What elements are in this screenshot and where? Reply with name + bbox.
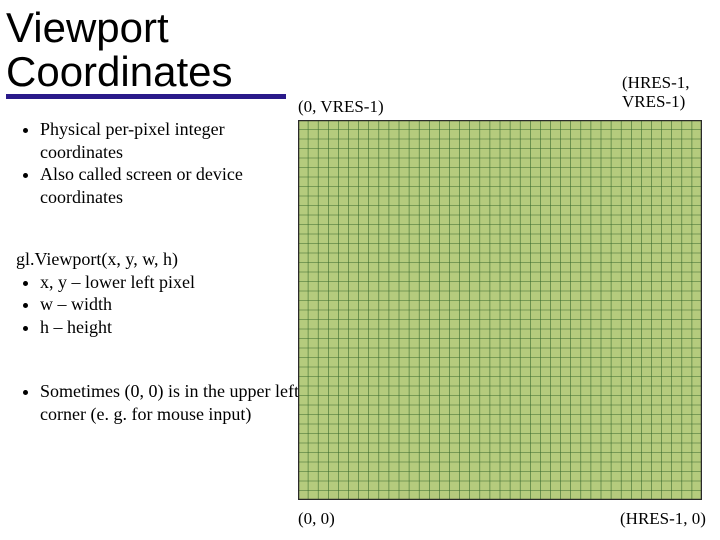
bullet-h: h – height xyxy=(40,316,286,339)
bullet-xy: x, y – lower left pixel xyxy=(40,271,286,294)
slide-title: Viewport Coordinates xyxy=(6,6,232,94)
coord-label-top-right-line2: VRES-1) xyxy=(622,92,685,111)
coord-label-top-right-line1: (HRES-1, xyxy=(622,73,690,92)
coord-label-bottom-left: (0, 0) xyxy=(298,510,335,529)
coord-label-bottom-right: (HRES-1, 0) xyxy=(620,510,706,529)
bullet-screen: Also called screen or device coordinates xyxy=(40,163,286,208)
bullet-group-3: Sometimes (0, 0) is in the upper left co… xyxy=(16,380,316,425)
bullet-sometimes: Sometimes (0, 0) is in the upper left co… xyxy=(40,380,316,425)
title-text: Viewport Coordinates xyxy=(6,4,232,95)
viewport-grid xyxy=(298,120,702,500)
coord-label-top-right: (HRES-1, VRES-1) xyxy=(622,74,690,111)
bullet-w: w – width xyxy=(40,293,286,316)
coord-label-top-left: (0, VRES-1) xyxy=(298,98,384,117)
glviewport-heading: gl.Viewport(x, y, w, h) xyxy=(16,248,286,271)
bullet-physical: Physical per-pixel integer coordinates xyxy=(40,118,286,163)
bullet-group-1: Physical per-pixel integer coordinates A… xyxy=(16,118,286,208)
grid-svg xyxy=(298,120,702,500)
bullet-group-2: gl.Viewport(x, y, w, h) x, y – lower lef… xyxy=(16,248,286,338)
title-underline xyxy=(6,94,286,99)
